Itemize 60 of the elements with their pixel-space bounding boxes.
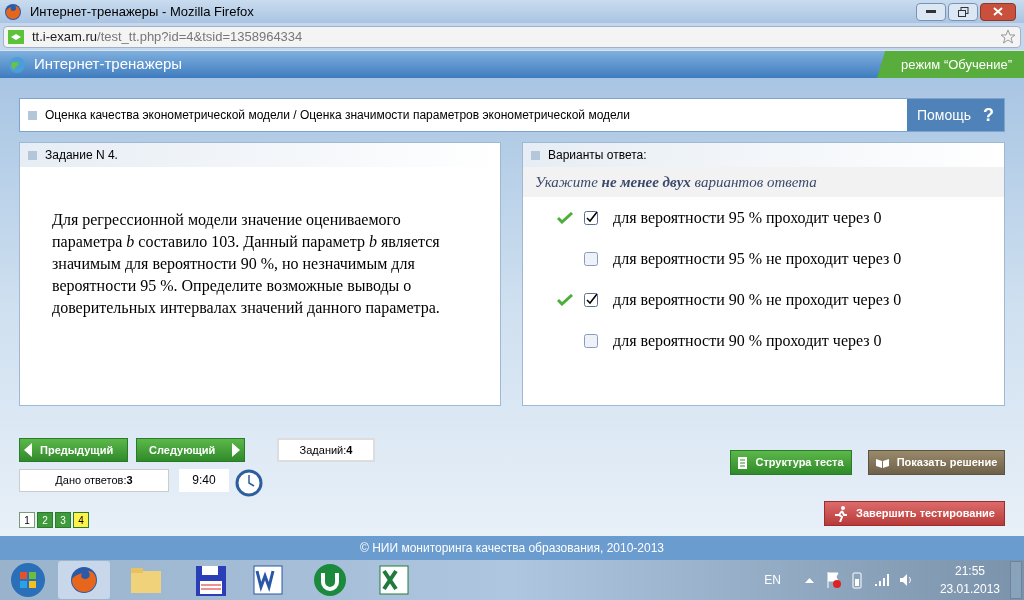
option-text: для вероятности 90 % проходит через 0 (613, 331, 882, 352)
finish-button[interactable]: Завершить тестирование (824, 501, 1005, 526)
instruction-text: Укажите не менее двух вариантов ответа (535, 172, 817, 192)
checkbox[interactable] (584, 211, 598, 225)
restore-icon (957, 6, 969, 17)
address-field[interactable]: tt.i-exam.ru/test_tt.php?id=4&tsid=1358964334 (3, 25, 1021, 48)
question-mark-icon: ? (983, 101, 995, 129)
clock-icon (235, 469, 263, 497)
checkbox[interactable] (584, 252, 598, 266)
site-title: Интернет-тренажеры (34, 54, 184, 75)
globe-icon (8, 55, 26, 74)
topic-path: Оценка качества эконометрической модели / Оценка значимости параметров эконометрической модели (45, 107, 631, 124)
restore-button[interactable] (948, 2, 978, 21)
window-title: Интернет-тренажеры - Mozilla Firefox (30, 2, 255, 21)
minimize-icon (926, 9, 936, 14)
tasks-count: Заданий:4 (277, 438, 375, 462)
left-arrow-icon (24, 443, 32, 457)
language-indicator[interactable]: EN (764, 571, 781, 589)
structure-button[interactable]: Структура теста (730, 450, 852, 475)
next-button[interactable]: Следующий (136, 438, 245, 462)
answered-count: Дано ответов:3 (19, 468, 169, 492)
close-icon (993, 7, 1003, 16)
page-number[interactable]: 4 (73, 512, 89, 528)
clock-date: 23.01.2013 (939, 581, 1000, 598)
running-person-icon (834, 505, 849, 522)
bullet-icon (531, 150, 540, 160)
right-arrow-icon (232, 443, 240, 457)
speaker-icon[interactable] (897, 572, 914, 588)
option-text: для вероятности 95 % проходит через 0 (613, 208, 882, 229)
signal-icon[interactable] (873, 573, 890, 587)
show-solution-button[interactable]: Показать решение (868, 450, 1005, 475)
task-header: Задание N 4. (45, 147, 118, 164)
close-button[interactable] (980, 2, 1016, 21)
mode-label: режим “Обучение” (877, 51, 1024, 78)
page-number[interactable]: 3 (55, 512, 71, 528)
page-number[interactable]: 1 (19, 512, 35, 528)
help-button[interactable]: Помощь ? (907, 99, 1004, 131)
footer-text: © НИИ мониторинга качества образования, 2010-2013 (360, 540, 664, 557)
star-icon[interactable] (1000, 28, 1016, 45)
task-text: Для регрессионной модели значение оцениваемого параметра b составило 103. Данный параметр b является значимым для вероятности 90 %, но незначимым для вероятности 95 %. Определите возможные выводы о доверительных интервалах значений данного параметра. (52, 210, 441, 319)
option-text: для вероятности 90 % не проходит через 0 (613, 290, 902, 311)
document-icon (738, 456, 748, 469)
checkbox[interactable] (584, 293, 598, 307)
clock-time: 21:55 (954, 563, 985, 580)
battery-icon[interactable] (851, 571, 862, 589)
answers-header: Варианты ответа: (548, 147, 647, 164)
bullet-icon (28, 150, 37, 160)
book-icon (875, 457, 889, 468)
bullet-icon (28, 110, 37, 120)
show-hidden-icons-icon[interactable] (804, 577, 814, 583)
checkbox[interactable] (584, 334, 598, 348)
site-icon (8, 29, 24, 44)
previous-button[interactable]: Предыдущий (19, 438, 128, 462)
start-button[interactable] (8, 561, 48, 599)
url-text: tt.i-exam.ru/test_tt.php?id=4&tsid=1358964334 (32, 27, 304, 46)
minimize-button[interactable] (916, 2, 946, 21)
page-number[interactable]: 2 (37, 512, 53, 528)
timer: 9:40 (179, 468, 229, 492)
option-text: для вероятности 95 % не проходит через 0 (613, 249, 902, 270)
flag-icon[interactable] (825, 571, 842, 589)
